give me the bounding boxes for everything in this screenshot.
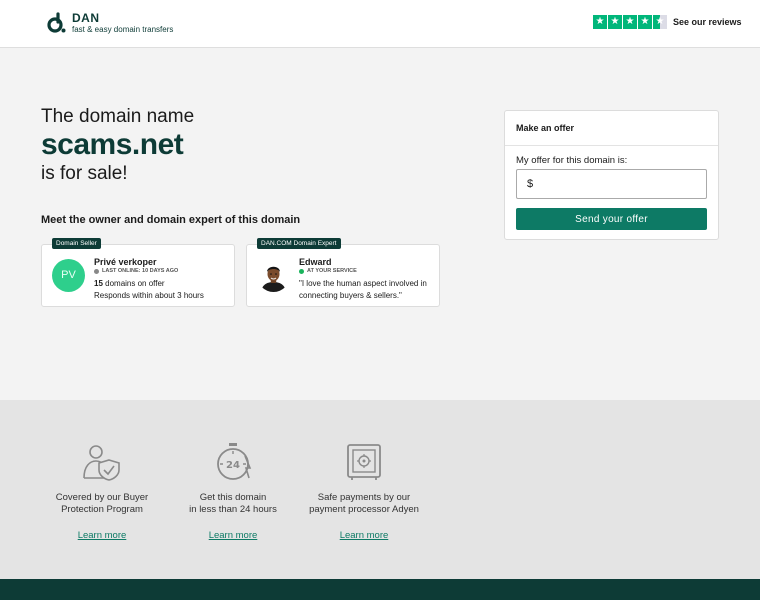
seller-avatar: PV: [52, 259, 85, 292]
seller-count-number: 15: [94, 279, 103, 288]
learn-more-payments-link[interactable]: Learn more: [340, 530, 389, 541]
expert-quote-line-2: connecting buyers & sellers.": [299, 291, 402, 300]
feature-2-line-1: Get this domain: [199, 492, 267, 503]
brand-name: DAN: [72, 11, 100, 25]
expert-avatar: [257, 259, 290, 292]
offer-input-wrapper[interactable]: $: [516, 169, 707, 199]
hero-line-1: The domain name: [41, 106, 195, 127]
svg-text:24: 24: [226, 460, 240, 471]
brand-tagline: fast & easy domain transfers: [72, 25, 174, 34]
star-icon: ★: [623, 15, 637, 29]
seller-badge: Domain Seller: [52, 238, 101, 249]
half-star-icon: ★: [653, 15, 667, 29]
seller-name: Privé verkoper: [94, 257, 157, 267]
offer-title: Make an offer: [505, 111, 718, 146]
dan-logo[interactable]: DAN fast & easy domain transfers: [46, 12, 173, 34]
offer-panel: Make an offer My offer for this domain i…: [504, 110, 719, 240]
protection-icon: [83, 445, 120, 481]
online-dot-icon: [299, 268, 304, 274]
star-icon: ★: [638, 15, 652, 29]
seller-card: Domain Seller PV Privé verkoper LAST ONL…: [41, 238, 235, 307]
offer-label: My offer for this domain is:: [516, 155, 628, 166]
seller-domain-count: 15 domains on offer: [94, 279, 165, 288]
dan-logo-icon: [47, 12, 66, 33]
features-section: Covered by our Buyer Protection Program …: [0, 400, 760, 579]
expert-status-text: AT YOUR SERVICE: [307, 268, 357, 274]
star-icon: ★: [593, 15, 607, 29]
site-footer: [0, 579, 760, 600]
seller-status-text: LAST ONLINE: 10 DAYS AGO: [102, 268, 179, 274]
safe-icon: [347, 444, 381, 480]
feature-3-line-2: payment processor Adyen: [309, 504, 419, 515]
feature-buyer-protection: Covered by our Buyer Protection Program …: [37, 442, 167, 543]
star-icon: ★: [608, 15, 622, 29]
see-reviews-link[interactable]: See our reviews: [673, 17, 742, 27]
feature-safe-payments: Safe payments by our payment processor A…: [299, 442, 429, 543]
feature-1-line-1: Covered by our Buyer: [55, 492, 149, 503]
domain-name: scams.net: [41, 128, 184, 161]
expert-name: Edward: [299, 257, 332, 267]
currency-symbol: $: [527, 178, 534, 190]
learn-more-24h-link[interactable]: Learn more: [209, 530, 258, 541]
expert-quote-line-1: "I love the human aspect involved in: [299, 279, 427, 288]
clock-24-icon: 24: [217, 443, 252, 480]
feature-24-hours: 24 Get this domain in less than 24 hours…: [168, 442, 298, 543]
offline-dot-icon: [94, 268, 99, 274]
hero-line-3: is for sale!: [41, 163, 128, 184]
feature-2-line-2: in less than 24 hours: [189, 504, 277, 515]
trustpilot-widget[interactable]: ★ ★ ★ ★ ★ See our reviews: [593, 15, 742, 29]
expert-status: AT YOUR SERVICE: [299, 268, 357, 274]
feature-3-line-1: Safe payments by our: [317, 492, 411, 503]
seller-status: LAST ONLINE: 10 DAYS AGO: [94, 268, 178, 274]
learn-more-protection-link[interactable]: Learn more: [78, 530, 127, 541]
feature-1-line-2: Protection Program: [61, 504, 143, 515]
seller-response-time: Responds within about 3 hours: [94, 291, 204, 300]
meet-heading: Meet the owner and domain expert of this…: [41, 214, 301, 226]
trustpilot-stars: ★ ★ ★ ★ ★: [593, 15, 667, 29]
seller-count-suffix: domains on offer: [102, 279, 165, 288]
expert-portrait-icon: [257, 259, 290, 292]
send-offer-button[interactable]: Send your offer: [516, 208, 707, 230]
expert-badge: DAN.COM Domain Expert: [257, 238, 341, 249]
site-header: DAN fast & easy domain transfers ★ ★ ★ ★…: [0, 0, 760, 48]
expert-card: DAN.COM Domain Expert Edward AT YOUR SER…: [246, 238, 440, 307]
offer-amount-input[interactable]: [537, 178, 706, 190]
